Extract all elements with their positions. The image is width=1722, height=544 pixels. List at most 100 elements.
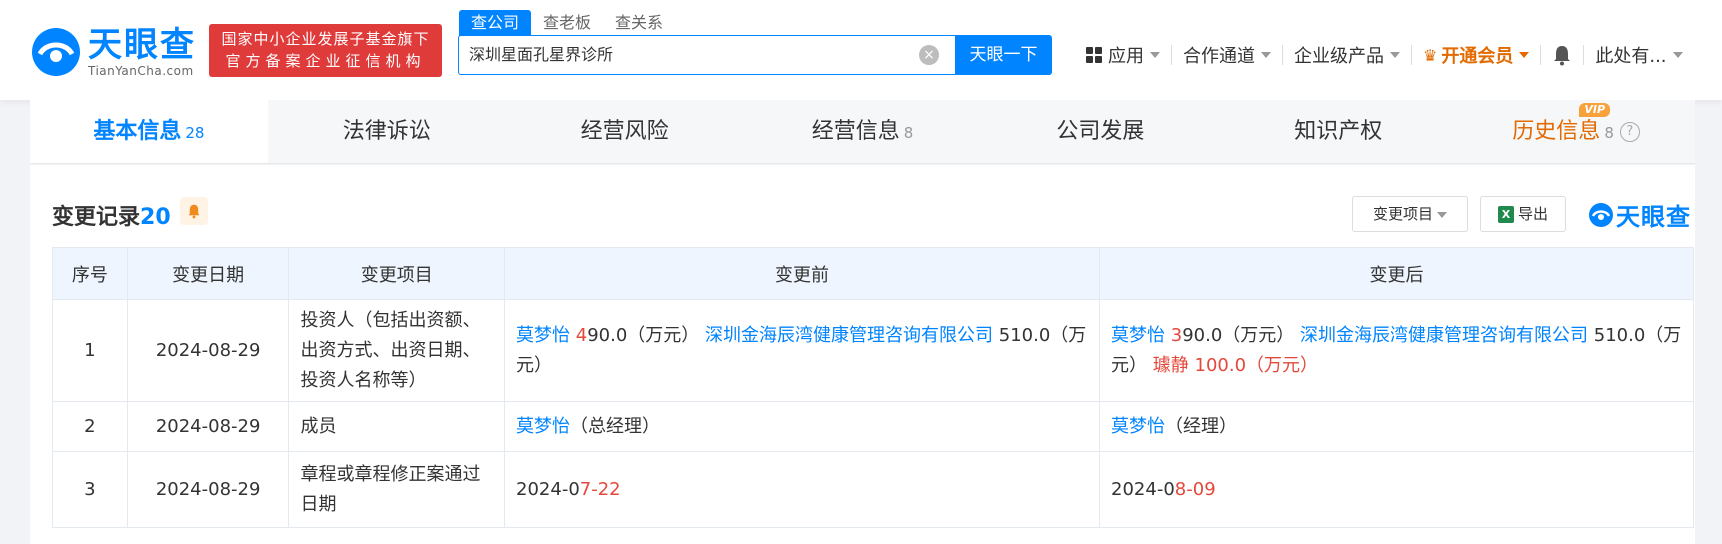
search-type-tabs: 查公司 查老板 查关系 xyxy=(459,10,675,36)
col-header-before: 变更前 xyxy=(504,247,1101,300)
nav-apps-label: 应用 xyxy=(1108,46,1144,67)
row-item: 章程或章程修正案通过日期 xyxy=(288,451,506,528)
section-title-label: 变更记录 xyxy=(52,205,141,230)
export-button[interactable]: X 导出 xyxy=(1480,196,1566,232)
person-link[interactable]: 莫梦怡 xyxy=(1111,416,1165,437)
nav-vip-label: 开通会员 xyxy=(1441,46,1514,67)
new-amount: 100.0（万元） xyxy=(1194,354,1319,376)
changed-digit: 3 xyxy=(1170,324,1183,346)
person-link[interactable]: 莫梦怡 xyxy=(1111,325,1165,346)
col-header-item: 变更项目 xyxy=(288,247,506,300)
tab-operation[interactable]: 经营信息 8 xyxy=(744,100,982,163)
tab-label: 经营风险 xyxy=(580,119,669,144)
tab-history[interactable]: VIP 历史信息 8? xyxy=(1457,100,1695,163)
date-prefix: 2024-0 xyxy=(1111,478,1175,500)
section-title: 变更记录20 xyxy=(52,199,171,231)
nav-partners-label: 合作通道 xyxy=(1183,46,1255,67)
person-link[interactable]: 莫梦怡 xyxy=(516,325,570,346)
nav-user-label: 此处有... xyxy=(1595,46,1667,67)
nav-apps[interactable]: 应用 xyxy=(1075,43,1171,67)
excel-icon: X xyxy=(1497,206,1514,223)
bell-icon xyxy=(1554,46,1571,66)
row-before: 莫梦怡 490.0（万元） 深圳金海辰湾健康管理咨询有限公司 510.0（万元） xyxy=(504,299,1101,402)
vip-tag: VIP xyxy=(1579,103,1611,117)
nav-notifications[interactable] xyxy=(1541,43,1583,67)
tab-risk[interactable]: 经营风险 xyxy=(506,100,744,163)
main-tabs: 基本信息 28 法律诉讼 经营风险 经营信息 8 公司发展 知识产权 VIP 历史信… xyxy=(30,100,1695,164)
logo-eye-icon xyxy=(32,28,80,76)
search-tab-relation[interactable]: 查关系 xyxy=(603,10,675,36)
col-header-after: 变更后 xyxy=(1099,247,1694,300)
changed-digit: 4 xyxy=(575,324,588,346)
search-tab-company[interactable]: 查公司 xyxy=(459,10,532,36)
tab-basic-info[interactable]: 基本信息 28 xyxy=(30,100,268,163)
export-label: 导出 xyxy=(1517,205,1548,223)
tab-ip[interactable]: 知识产权 xyxy=(1219,100,1457,163)
logo[interactable]: 天眼查 TianYanCha.com xyxy=(30,25,205,78)
chevron-down-icon xyxy=(1390,52,1400,58)
person-link[interactable]: 莫梦怡 xyxy=(516,416,570,437)
change-records-panel: 变更记录20 变更项目 X 导出 天眼查 序号 变更日期 变更项目 变更前 变更… xyxy=(30,165,1695,544)
row-after: 莫梦怡 390.0（万元） 深圳金海辰湾健康管理咨询有限公司 510.0（万元）… xyxy=(1099,299,1694,402)
chevron-down-icon xyxy=(1437,211,1447,218)
changed-date: 7-22 xyxy=(579,478,621,500)
grid-icon xyxy=(1086,47,1102,63)
bell-icon xyxy=(188,204,200,219)
badge-line-2: 官方备案企业征信机构 xyxy=(225,52,426,70)
row-no: 2 xyxy=(52,401,128,452)
nav-enterprise-label: 企业级产品 xyxy=(1294,46,1384,67)
row-after: 莫梦怡（经理） xyxy=(1099,401,1694,452)
nav-partners[interactable]: 合作通道 xyxy=(1172,43,1282,67)
search-input[interactable] xyxy=(469,44,909,62)
row-date: 2024-08-29 xyxy=(126,451,290,528)
tab-label: 法律诉讼 xyxy=(342,119,431,144)
table-row: 2 2024-08-29 成员 莫梦怡（总经理） 莫梦怡（经理） xyxy=(52,401,1694,452)
top-nav: 应用 合作通道 企业级产品 ♛ 开通会员 此处有... xyxy=(1075,40,1694,70)
row-item: 成员 xyxy=(288,401,506,452)
subscribe-button[interactable] xyxy=(180,197,208,225)
role: （经理） xyxy=(1165,415,1238,437)
amount: 90.0（万元） xyxy=(587,324,700,346)
tab-label: 知识产权 xyxy=(1294,119,1383,144)
table-row: 3 2024-08-29 章程或章程修正案通过日期 2024-07-22 202… xyxy=(52,451,1694,528)
clear-icon[interactable]: × xyxy=(919,45,939,65)
col-header-no: 序号 xyxy=(52,247,128,300)
col-header-date: 变更日期 xyxy=(126,247,290,300)
nav-enterprise[interactable]: 企业级产品 xyxy=(1283,43,1411,67)
brand-watermark: 天眼查 xyxy=(1588,197,1691,232)
filter-label: 变更项目 xyxy=(1372,205,1433,223)
tab-label: 基本信息 xyxy=(93,119,182,144)
nav-user[interactable]: 此处有... xyxy=(1584,43,1693,67)
role: （总经理） xyxy=(570,415,661,437)
official-badge: 国家中小企业发展子基金旗下 官方备案企业征信机构 xyxy=(209,24,442,77)
tab-legal[interactable]: 法律诉讼 xyxy=(268,100,506,163)
nav-vip[interactable]: ♛ 开通会员 xyxy=(1412,43,1540,67)
row-date: 2024-08-29 xyxy=(126,299,290,402)
tab-label: 公司发展 xyxy=(1056,119,1145,144)
table-row: 1 2024-08-29 投资人（包括出资额、出资方式、出资日期、投资人名称等）… xyxy=(52,299,1694,402)
chevron-down-icon xyxy=(1261,52,1271,58)
tab-count: 8 xyxy=(1604,124,1614,142)
change-records-table: 序号 变更日期 变更项目 变更前 变更后 1 2024-08-29 投资人（包括… xyxy=(52,247,1694,528)
chevron-down-icon xyxy=(1672,52,1683,58)
logo-eye-icon xyxy=(1589,202,1613,227)
search-tab-boss[interactable]: 查老板 xyxy=(531,10,603,36)
row-before: 莫梦怡（总经理） xyxy=(504,401,1101,452)
new-person[interactable]: 璩静 xyxy=(1153,355,1189,376)
amount: 90.0（万元） xyxy=(1182,324,1295,346)
help-icon[interactable]: ? xyxy=(1619,122,1640,142)
section-count: 20 xyxy=(140,205,171,230)
row-date: 2024-08-29 xyxy=(126,401,290,452)
date-prefix: 2024-0 xyxy=(516,478,580,500)
badge-line-1: 国家中小企业发展子基金旗下 xyxy=(221,30,430,48)
company-link[interactable]: 深圳金海辰湾健康管理咨询有限公司 xyxy=(1300,325,1588,346)
logo-name: 天眼查 xyxy=(88,25,196,65)
search-button[interactable]: 天眼一下 xyxy=(955,35,1052,75)
tab-development[interactable]: 公司发展 xyxy=(981,100,1219,163)
chevron-down-icon xyxy=(1519,52,1530,58)
row-before: 2024-07-22 xyxy=(504,451,1101,528)
change-item-filter[interactable]: 变更项目 xyxy=(1352,196,1468,232)
brand-watermark-text: 天眼查 xyxy=(1616,203,1691,231)
tab-count: 28 xyxy=(185,124,205,142)
company-link[interactable]: 深圳金海辰湾健康管理咨询有限公司 xyxy=(705,325,993,346)
